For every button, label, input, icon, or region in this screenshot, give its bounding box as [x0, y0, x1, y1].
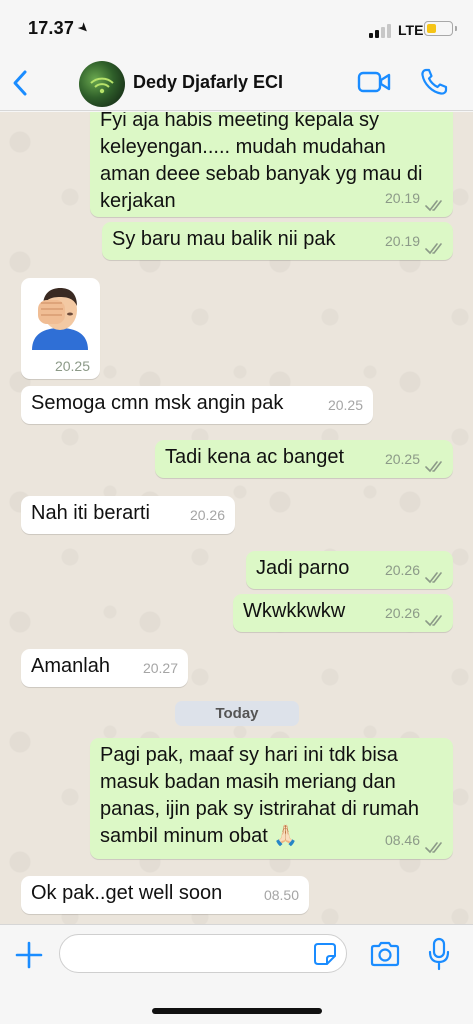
conversation-area[interactable]: Fyi aja habis meeting kepala sy keleyeng… [0, 112, 473, 924]
message-time: 20.26 [189, 507, 225, 523]
read-ticks-icon [425, 615, 442, 627]
message-text: masuk badan masih meriang dan [100, 771, 396, 793]
message-time: 08.46 [384, 832, 420, 848]
message-text: Sy baru mau balik nii pak [112, 228, 336, 250]
message-time: 08.50 [263, 887, 299, 903]
camera-icon[interactable] [369, 940, 401, 968]
battery-level [426, 23, 436, 33]
message-text: Fyi aja habis meeting kepala sy [100, 112, 380, 131]
message-bubble-outgoing[interactable]: Wkwkkwkw 20.26 [233, 594, 453, 632]
message-time: 20.27 [142, 660, 178, 676]
read-ticks-icon [425, 243, 442, 255]
message-composer [0, 924, 473, 1024]
status-bar: 17.37 ➤ LTE [0, 0, 473, 58]
back-chevron-icon[interactable] [10, 66, 30, 100]
message-text: panas, ijin pak sy istrirahat di rumah [100, 798, 420, 820]
message-bubble-outgoing[interactable]: Jadi parno 20.26 [246, 551, 453, 589]
message-text: Ok pak..get well soon [31, 882, 223, 904]
sticker-icon[interactable] [313, 942, 337, 966]
video-call-icon[interactable] [357, 69, 391, 95]
message-bubble-outgoing[interactable]: Sy baru mau balik nii pak 20.19 [102, 222, 453, 260]
message-text: Amanlah [31, 655, 110, 677]
message-time: 20.26 [384, 605, 420, 621]
avatar-signal-icon [90, 77, 114, 94]
message-bubble-outgoing[interactable]: Tadi kena ac banget 20.25 [155, 440, 453, 478]
network-type: LTE [398, 22, 424, 38]
status-time: 17.37 [28, 18, 75, 38]
read-ticks-icon [425, 572, 442, 584]
chat-header: Dedy Djafarly ECI [0, 58, 473, 111]
message-text: Semoga cmn msk angin pak [31, 392, 284, 414]
battery-icon [424, 21, 453, 36]
contact-avatar[interactable] [79, 61, 125, 107]
home-indicator [152, 1008, 322, 1014]
message-bubble-incoming[interactable]: Semoga cmn msk angin pak 20.25 [21, 386, 373, 424]
message-text: Tadi kena ac banget [165, 446, 345, 468]
message-bubble-outgoing[interactable]: Pagi pak, maaf sy hari ini tdk bisa masu… [90, 738, 453, 859]
day-divider: Today [175, 701, 299, 726]
message-time: 20.25 [384, 451, 420, 467]
message-text: Jadi parno [256, 557, 350, 579]
face-palm-emoji-icon [32, 288, 88, 350]
read-ticks-icon [425, 461, 442, 473]
cellular-signal-icon [369, 24, 393, 38]
plus-icon[interactable] [15, 941, 43, 969]
message-time: 20.25 [54, 358, 90, 374]
message-input[interactable] [59, 934, 347, 973]
microphone-icon[interactable] [428, 937, 450, 971]
message-time: 20.26 [384, 562, 420, 578]
message-text: keleyengan..... mudah mudahan [100, 136, 386, 158]
message-time: 20.19 [384, 190, 420, 206]
message-bubble-outgoing[interactable]: Fyi aja habis meeting kepala sy keleyeng… [90, 112, 453, 217]
contact-name[interactable]: Dedy Djafarly ECI [133, 72, 283, 93]
message-bubble-incoming[interactable]: Nah iti berarti 20.26 [21, 496, 235, 534]
read-ticks-icon [425, 842, 442, 854]
message-time: 20.19 [384, 233, 420, 249]
battery-cap [455, 26, 457, 31]
location-arrow-icon: ➤ [74, 18, 93, 37]
message-bubble-incoming[interactable]: Amanlah 20.27 [21, 649, 188, 687]
message-text: Nah iti berarti [31, 502, 150, 524]
message-bubble-incoming[interactable]: Ok pak..get well soon 08.50 [21, 876, 309, 914]
message-text: aman deee sebab banyak yg mau di [100, 163, 423, 185]
phone-call-icon[interactable] [419, 67, 449, 97]
sticker-message[interactable]: 20.25 [21, 278, 100, 379]
read-ticks-icon [425, 200, 442, 212]
message-time: 20.25 [327, 397, 363, 413]
message-text: Pagi pak, maaf sy hari ini tdk bisa [100, 744, 398, 766]
message-text: Wkwkkwkw [243, 600, 346, 622]
